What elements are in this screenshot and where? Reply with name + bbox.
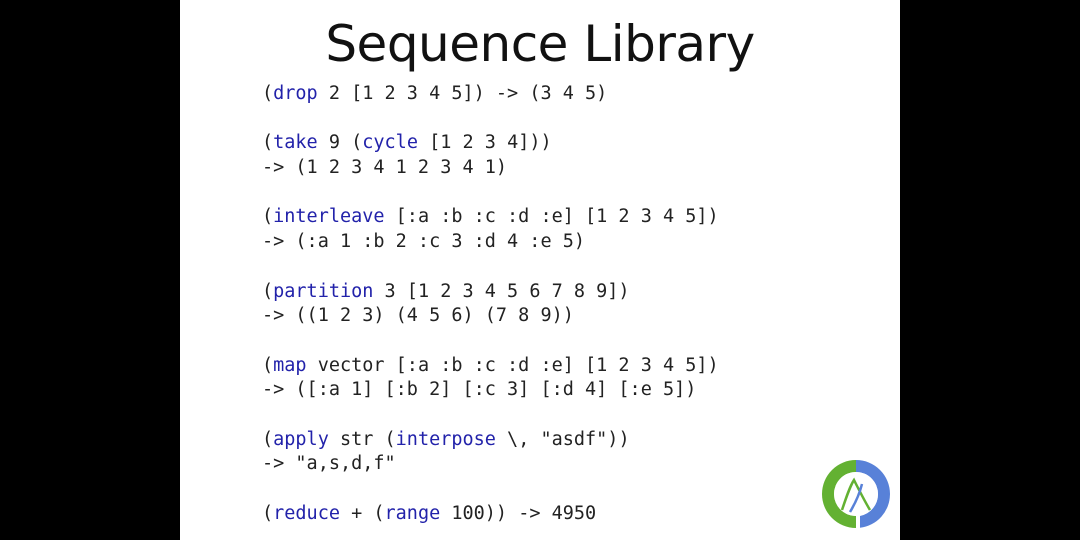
code-keyword: apply (273, 428, 329, 450)
code-text: 3 [1 2 3 4 5 6 7 8 9]) (373, 280, 630, 302)
code-keyword: partition (273, 280, 374, 302)
code-keyword: drop (273, 83, 318, 104)
slide: Sequence Library (drop 2 [1 2 3 4 5]) ->… (180, 0, 900, 540)
example-gap (262, 403, 719, 428)
code-text: ( (262, 83, 274, 104)
code-expression-line: (interleave [:a :b :c :d :e] [1 2 3 4 5]… (262, 205, 719, 230)
code-text: ( (262, 132, 274, 154)
code-expression-line: (reduce + (range 100)) -> 4950 (262, 502, 719, 527)
example-gap (262, 107, 719, 132)
code-keyword: range (384, 502, 441, 524)
code-text: 100)) -> 4950 (440, 502, 597, 524)
code-expression-line: (partition 3 [1 2 3 4 5 6 7 8 9]) (262, 280, 719, 305)
example-gap (262, 329, 719, 354)
code-keyword: map (273, 354, 307, 376)
code-text: [:a :b :c :d :e] [1 2 3 4 5]) (384, 206, 719, 228)
code-text: 2 [1 2 3 4 5]) -> (3 4 5) (317, 83, 608, 104)
code-keyword: interleave (273, 206, 385, 228)
code-keyword: reduce (273, 502, 340, 524)
clojure-logo-icon (822, 460, 890, 528)
code-keyword: cycle (362, 132, 418, 154)
code-keyword: interpose (395, 428, 496, 450)
code-text: str ( (328, 428, 396, 450)
code-result-line: -> "a,s,d,f" (262, 452, 719, 477)
code-keyword: take (273, 132, 318, 154)
code-text: 9 ( (317, 132, 363, 154)
code-text: -> (1 2 3 4 1 2 3 4 1) (262, 157, 508, 179)
code-expression-line: (take 9 (cycle [1 2 3 4])) (262, 131, 719, 156)
code-text: ( (262, 280, 274, 302)
example-gap (262, 255, 719, 280)
code-text: -> ([:a 1] [:b 2] [:c 3] [:d 4] [:e 5]) (262, 379, 697, 401)
example-gap (262, 181, 719, 206)
code-text: \, "asdf")) (495, 428, 630, 450)
code-text: vector [:a :b :c :d :e] [1 2 3 4 5]) (306, 354, 719, 376)
code-expression-line: (apply str (interpose \, "asdf")) (262, 428, 719, 453)
code-examples: (drop 2 [1 2 3 4 5]) -> (3 4 5) (take 9 (… (262, 82, 719, 526)
code-text: ( (262, 206, 274, 228)
code-text: -> "a,s,d,f" (262, 453, 396, 475)
code-expression-line: (drop 2 [1 2 3 4 5]) -> (3 4 5) (262, 82, 719, 107)
code-text: -> ((1 2 3) (4 5 6) (7 8 9)) (262, 305, 574, 327)
example-gap (262, 477, 719, 502)
code-result-line: -> (:a 1 :b 2 :c 3 :d 4 :e 5) (262, 230, 719, 255)
code-expression-line: (map vector [:a :b :c :d :e] [1 2 3 4 5]… (262, 354, 719, 379)
code-text: -> (:a 1 :b 2 :c 3 :d 4 :e 5) (262, 231, 586, 253)
code-result-line: -> ((1 2 3) (4 5 6) (7 8 9)) (262, 304, 719, 329)
code-text: ( (262, 428, 274, 450)
slide-title: Sequence Library (325, 15, 755, 73)
code-text: [1 2 3 4])) (417, 132, 552, 154)
code-result-line: -> (1 2 3 4 1 2 3 4 1) (262, 156, 719, 181)
code-result-line: -> ([:a 1] [:b 2] [:c 3] [:d 4] [:e 5]) (262, 378, 719, 403)
code-text: ( (262, 354, 274, 376)
code-text: + ( (339, 502, 385, 524)
presentation-stage: Sequence Library (drop 2 [1 2 3 4 5]) ->… (0, 0, 1080, 540)
code-text: ( (262, 502, 274, 524)
